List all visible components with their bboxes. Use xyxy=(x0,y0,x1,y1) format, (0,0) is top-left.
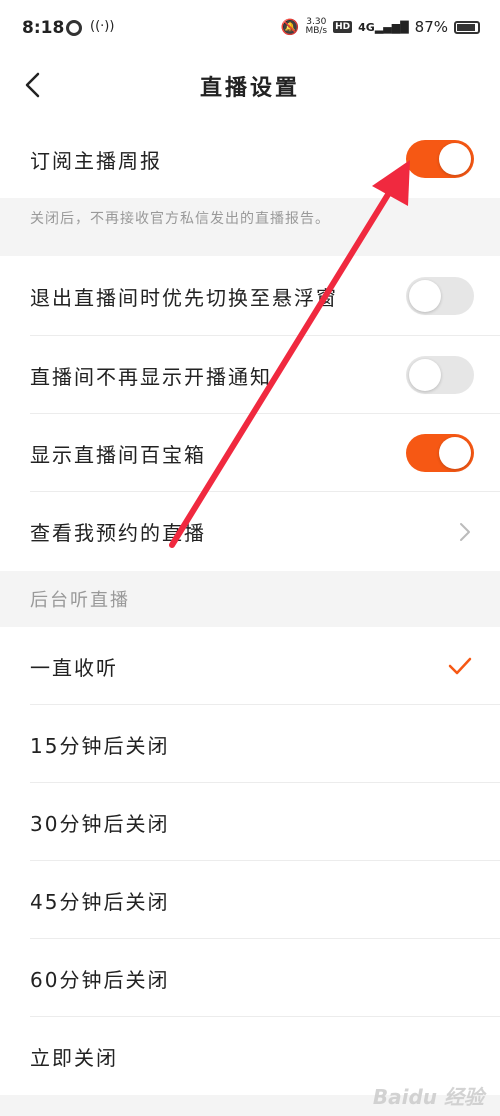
app-notification-icon xyxy=(66,20,82,36)
check-icon xyxy=(448,657,472,675)
battery-percent: 87% xyxy=(414,18,448,36)
setting-label: 查看我预约的直播 xyxy=(30,521,206,545)
setting-row-weekly-report: 订阅主播周报 xyxy=(0,120,500,198)
toggle-knob xyxy=(409,359,441,391)
option-label: 15分钟后关闭 xyxy=(30,733,170,758)
treasure-box-toggle[interactable] xyxy=(406,434,474,472)
toggle-knob xyxy=(439,437,471,469)
no-notice-toggle[interactable] xyxy=(406,356,474,394)
setting-label: 退出直播间时优先切换至悬浮窗 xyxy=(30,285,338,310)
section-header-background-listen: 后台听直播 xyxy=(0,571,500,627)
toggle-knob xyxy=(409,280,441,312)
nfc-icon: ((·)) xyxy=(90,19,115,34)
option-label: 60分钟后关闭 xyxy=(30,967,170,992)
setting-row-treasure-box: 显示直播间百宝箱 xyxy=(0,414,500,492)
status-bar: 8:18 ((·)) 🔕 3.30 MB/s HD 4G▂▄▆█ 87% xyxy=(0,0,500,58)
listen-option-45min[interactable]: 45分钟后关闭 xyxy=(0,861,500,939)
listen-option-always[interactable]: 一直收听 xyxy=(0,627,500,705)
battery-icon xyxy=(454,20,480,34)
setting-row-my-bookings[interactable]: 查看我预约的直播 xyxy=(0,492,500,571)
status-time: 8:18 xyxy=(22,18,65,38)
mute-icon: 🔕 xyxy=(280,18,300,36)
float-window-toggle[interactable] xyxy=(406,277,474,315)
setting-label: 订阅主播周报 xyxy=(30,148,162,173)
listen-option-15min[interactable]: 15分钟后关闭 xyxy=(0,705,500,783)
listen-option-30min[interactable]: 30分钟后关闭 xyxy=(0,783,500,861)
baidu-watermark: Baidu 经验 xyxy=(372,1085,484,1109)
setting-row-no-notice: 直播间不再显示开播通知 xyxy=(0,336,500,414)
nav-bar: 直播设置 xyxy=(0,58,500,120)
weekly-report-hint: 关闭后，不再接收官方私信发出的直播报告。 xyxy=(0,198,500,256)
setting-row-float-window: 退出直播间时优先切换至悬浮窗 xyxy=(0,256,500,336)
setting-label: 显示直播间百宝箱 xyxy=(30,442,206,467)
hd-badge: HD xyxy=(333,21,353,33)
network-speed: 3.30 MB/s xyxy=(305,17,328,36)
status-right: 🔕 3.30 MB/s HD 4G▂▄▆█ 87% xyxy=(281,18,480,36)
setting-label: 直播间不再显示开播通知 xyxy=(30,364,272,389)
signal-icon: 4G▂▄▆█ xyxy=(358,20,409,34)
weekly-report-toggle[interactable] xyxy=(406,140,474,178)
option-label: 一直收听 xyxy=(30,655,118,680)
page-title: 直播设置 xyxy=(199,76,300,101)
option-label: 45分钟后关闭 xyxy=(30,889,170,914)
option-label: 30分钟后关闭 xyxy=(30,811,170,836)
toggle-knob xyxy=(439,143,471,175)
listen-option-60min[interactable]: 60分钟后关闭 xyxy=(0,939,500,1017)
option-label: 立即关闭 xyxy=(30,1045,118,1070)
chevron-right-icon xyxy=(460,523,470,541)
